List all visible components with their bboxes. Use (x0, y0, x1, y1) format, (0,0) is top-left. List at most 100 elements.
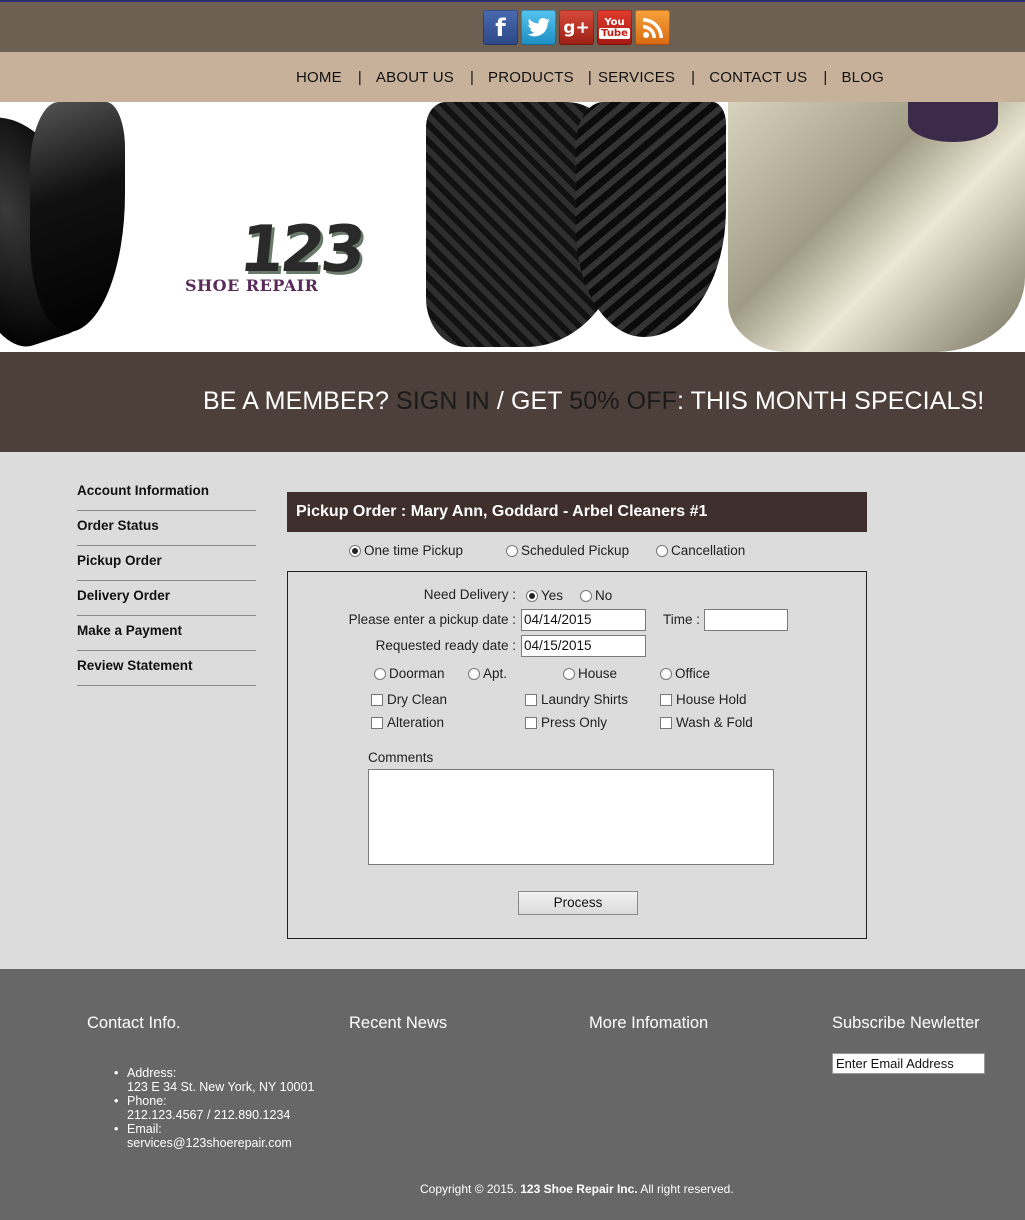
checkbox[interactable] (660, 693, 672, 706)
sidebar-item-review-statement[interactable]: Review Statement (77, 651, 256, 686)
address-label: Address: (127, 1066, 177, 1080)
radio-cancellation[interactable]: Cancellation (656, 543, 745, 558)
radio-location-apt[interactable]: Apt. (468, 666, 507, 681)
nav-separator: | (469, 69, 475, 86)
nav-services[interactable]: SERVICES (598, 69, 675, 86)
contact-phone: Phone: 212.123.4567 / 212.890.1234 (114, 1094, 314, 1122)
copyright-company: 123 Shoe Repair Inc. (520, 1182, 638, 1196)
checkbox[interactable] (525, 693, 537, 706)
sign-in-link[interactable]: SIGN IN (396, 387, 490, 415)
radio-button[interactable] (506, 544, 518, 557)
radio-label: Office (675, 666, 711, 681)
radio-location-doorman[interactable]: Doorman (374, 666, 445, 681)
radio-label: Scheduled Pickup (521, 543, 630, 558)
promo-part: / GET (489, 387, 570, 415)
radio-location-house[interactable]: House (563, 666, 617, 681)
checkbox-label: Dry Clean (387, 692, 448, 707)
pickup-date-label: Please enter a pickup date : (348, 612, 516, 627)
radio-label: Cancellation (671, 543, 746, 558)
radio-label: No (595, 588, 613, 603)
phone-value: 212.123.4567 / 212.890.1234 (127, 1108, 291, 1122)
checkbox-house-hold[interactable]: House Hold (660, 692, 747, 707)
checkbox[interactable] (371, 693, 383, 706)
facebook-icon[interactable]: f (483, 10, 518, 45)
radio-button[interactable] (468, 667, 480, 680)
nav-separator: | (357, 69, 362, 86)
checkbox-laundry-shirts[interactable]: Laundry Shirts (525, 692, 628, 707)
newsletter-email-input[interactable]: Enter Email Address (832, 1053, 985, 1074)
sidebar-item-order-status[interactable]: Order Status (77, 511, 256, 546)
radio-button[interactable] (349, 544, 361, 557)
radio-delivery-no[interactable]: No (580, 588, 612, 603)
checkbox-label: Alteration (387, 715, 445, 730)
radio-button[interactable] (563, 667, 575, 680)
checkbox-label: House Hold (676, 692, 747, 707)
radio-scheduled-pickup[interactable]: Scheduled Pickup (506, 543, 629, 558)
radio-label: House (578, 666, 618, 681)
sidebar-item-delivery-order[interactable]: Delivery Order (77, 581, 256, 616)
address-value: 123 E 34 St. New York, NY 10001 (127, 1080, 315, 1094)
nav-contact-us[interactable]: CONTACT US (709, 69, 807, 86)
checkbox-label: Wash & Fold (676, 715, 753, 730)
sidebar-item-make-a-payment[interactable]: Make a Payment (77, 616, 256, 651)
radio-label: Yes (541, 588, 564, 603)
copyright-prefix: Copyright © 2015. (420, 1182, 517, 1196)
promo-part: : THIS MONTH SPECIALS! (676, 387, 985, 415)
need-delivery-label: Need Delivery : (423, 587, 516, 602)
nav-blog[interactable]: BLOG (841, 69, 883, 86)
email-value[interactable]: services@123shoerepair.com (127, 1136, 314, 1150)
time-label: Time : (663, 612, 700, 627)
radio-button[interactable] (660, 667, 672, 680)
rss-icon[interactable] (635, 10, 670, 45)
nav-about-us[interactable]: ABOUT US (376, 69, 454, 86)
promo-banner: BE A MEMBER? SIGN IN / GET 50% OFF: THIS… (0, 352, 1025, 452)
comments-textarea[interactable] (368, 769, 774, 865)
hero-banner: 123 SHOE REPAIR (0, 102, 1025, 352)
social-bar: f g+ You Tube (0, 0, 1025, 52)
logo-text: SHOE REPAIR (185, 276, 319, 295)
google-plus-icon[interactable]: g+ (559, 10, 594, 45)
contact-email: Email: services@123shoerepair.com (114, 1122, 314, 1150)
time-input[interactable] (704, 609, 788, 631)
site-footer: Contact Info. Recent News More Infomatio… (0, 969, 1025, 1220)
pickup-order-form: Need Delivery : Yes No Please enter a pi… (287, 571, 867, 939)
radio-label: Doorman (389, 666, 445, 681)
ready-date-label: Requested ready date : (375, 638, 516, 653)
contact-list: Address: 123 E 34 St. New York, NY 10001… (114, 1066, 314, 1150)
process-button[interactable]: Process (518, 891, 638, 915)
nav-separator: | (823, 69, 828, 86)
ready-date-input[interactable]: 04/15/2015 (521, 635, 646, 657)
nav-home[interactable]: HOME (296, 69, 342, 86)
radio-label: Apt. (483, 666, 508, 681)
sidebar-item-account-information[interactable]: Account Information (77, 476, 256, 511)
nav-separator: | (691, 69, 696, 86)
contact-info-heading: Contact Info. (87, 1014, 181, 1032)
checkbox-dry-clean[interactable]: Dry Clean (371, 692, 447, 707)
checkbox-alteration[interactable]: Alteration (371, 715, 444, 730)
radio-location-office[interactable]: Office (660, 666, 710, 681)
nav-products[interactable]: PRODUCTS (488, 69, 574, 86)
pickup-date-input[interactable]: 04/14/2015 (521, 609, 646, 631)
panel-title: Pickup Order : Mary Ann, Goddard - Arbel… (287, 492, 867, 532)
radio-button[interactable] (374, 667, 386, 680)
shoe-image (0, 102, 125, 352)
checkbox[interactable] (371, 716, 383, 729)
order-type-group: One time Pickup Scheduled Pickup Cancell… (287, 543, 867, 563)
radio-button[interactable] (656, 544, 668, 557)
checkbox[interactable] (660, 716, 672, 729)
sidebar-item-pickup-order[interactable]: Pickup Order (77, 546, 256, 581)
site-logo[interactable]: 123 SHOE REPAIR (185, 213, 380, 299)
recent-news-heading: Recent News (349, 1014, 448, 1032)
radio-button[interactable] (580, 589, 592, 602)
radio-one-time-pickup[interactable]: One time Pickup (349, 543, 463, 558)
checkbox-press-only[interactable]: Press Only (525, 715, 607, 730)
youtube-icon[interactable]: You Tube (597, 10, 632, 45)
checkbox[interactable] (525, 716, 537, 729)
shoe-image (426, 102, 727, 352)
checkbox-wash-fold[interactable]: Wash & Fold (660, 715, 753, 730)
twitter-icon[interactable] (521, 10, 556, 45)
checkbox-label: Laundry Shirts (541, 692, 629, 707)
checkbox-label: Press Only (541, 715, 608, 730)
radio-delivery-yes[interactable]: Yes (526, 588, 563, 603)
radio-button[interactable] (526, 589, 538, 602)
